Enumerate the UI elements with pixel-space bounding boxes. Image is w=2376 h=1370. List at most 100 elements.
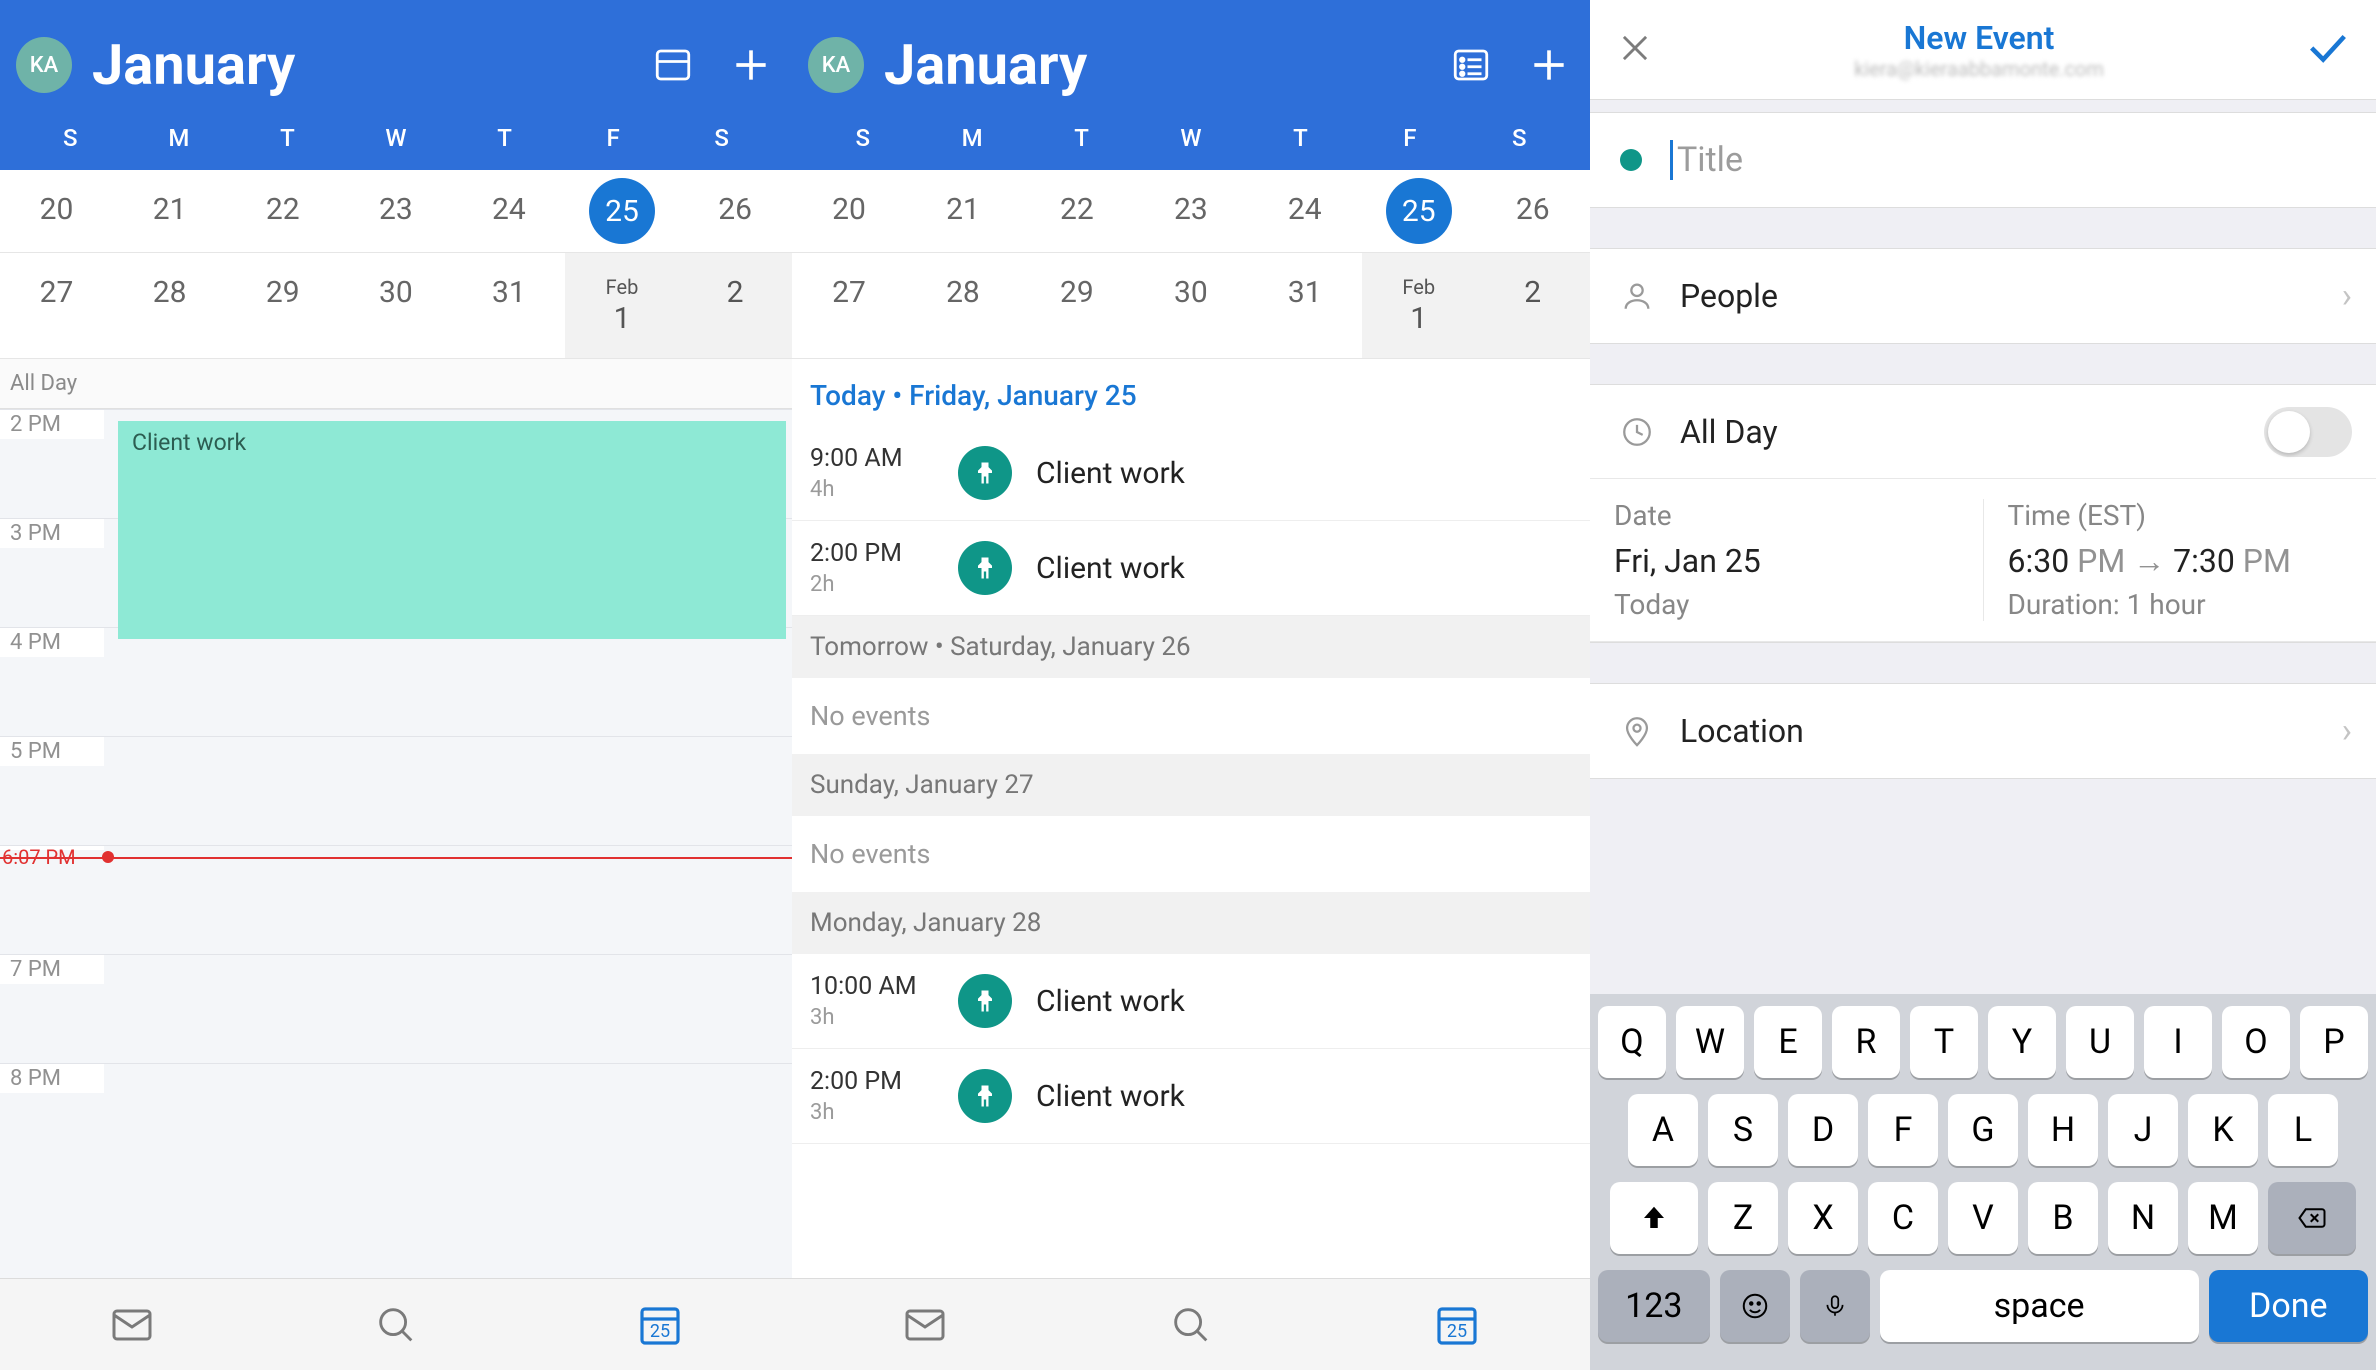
key-w[interactable]: W [1676, 1006, 1744, 1078]
avatar[interactable]: KA [808, 37, 864, 93]
avatar[interactable]: KA [16, 37, 72, 93]
key-y[interactable]: Y [1988, 1006, 2056, 1078]
mic-key[interactable] [1800, 1270, 1870, 1342]
date-cell[interactable]: 25 [565, 170, 678, 252]
date-cell[interactable]: 27 [0, 253, 113, 358]
search-tab-icon[interactable] [366, 1295, 426, 1355]
date-cell[interactable]: 29 [226, 253, 339, 358]
key-v[interactable]: V [1948, 1182, 2018, 1254]
event-block[interactable]: Client work [118, 421, 786, 639]
add-event-icon[interactable] [726, 40, 776, 90]
date-cell[interactable]: 26 [679, 170, 792, 252]
date-cell[interactable]: 30 [339, 253, 452, 358]
date-cell[interactable]: 25 [1362, 170, 1476, 252]
date-cell[interactable]: Feb1 [565, 253, 678, 358]
agenda-list[interactable]: Today • Friday, January 259:00 AM4hClien… [792, 359, 1590, 1278]
shift-key[interactable] [1610, 1182, 1698, 1254]
people-row[interactable]: People › [1590, 249, 2376, 343]
space-key[interactable]: space [1880, 1270, 2199, 1342]
done-key[interactable]: Done [2209, 1270, 2368, 1342]
date-cell[interactable]: 30 [1134, 253, 1248, 358]
keyboard[interactable]: QWERTYUIOP ASDFGHJKL ZXCVBNM 123 spaceDone [1590, 994, 2376, 1370]
weekday-label: T [450, 124, 559, 152]
key-g[interactable]: G [1948, 1094, 2018, 1166]
date-cell[interactable]: 23 [1134, 170, 1248, 252]
key-s[interactable]: S [1708, 1094, 1778, 1166]
calendar-tab-icon[interactable]: 25 [630, 1295, 690, 1355]
svg-text:25: 25 [1447, 1321, 1467, 1342]
key-n[interactable]: N [2108, 1182, 2178, 1254]
key-c[interactable]: C [1868, 1182, 1938, 1254]
key-e[interactable]: E [1754, 1006, 1822, 1078]
confirm-icon[interactable] [2304, 25, 2350, 75]
agenda-section-header: Tomorrow • Saturday, January 26 [792, 616, 1590, 678]
backspace-key[interactable] [2268, 1182, 2356, 1254]
agenda-event[interactable]: 9:00 AM4hClient work [792, 426, 1590, 521]
date-cell[interactable]: 24 [452, 170, 565, 252]
add-event-icon[interactable] [1524, 40, 1574, 90]
key-z[interactable]: Z [1708, 1182, 1778, 1254]
day-view-toggle-icon[interactable] [648, 40, 698, 90]
date-cell[interactable]: 21 [906, 170, 1020, 252]
close-icon[interactable] [1616, 29, 1654, 71]
date-cell[interactable]: 22 [1020, 170, 1134, 252]
key-d[interactable]: D [1788, 1094, 1858, 1166]
agenda-event[interactable]: 2:00 PM3hClient work [792, 1049, 1590, 1144]
day-timeline[interactable]: Client work 2 PM3 PM4 PM5 PM7 PM8 PM6:07… [0, 409, 792, 1278]
date-cell[interactable]: 28 [906, 253, 1020, 358]
key-l[interactable]: L [2268, 1094, 2338, 1166]
date-cell[interactable]: 31 [452, 253, 565, 358]
date-cell[interactable]: 26 [1476, 170, 1590, 252]
key-k[interactable]: K [2188, 1094, 2258, 1166]
key-i[interactable]: I [2144, 1006, 2212, 1078]
date-cell[interactable]: 28 [113, 253, 226, 358]
key-h[interactable]: H [2028, 1094, 2098, 1166]
weekday-label: W [1136, 124, 1245, 152]
search-tab-icon[interactable] [1161, 1295, 1221, 1355]
new-event-title: New Event [1854, 19, 2104, 57]
tab-bar: 25 [0, 1278, 792, 1370]
agenda-view-toggle-icon[interactable] [1446, 40, 1496, 90]
location-row[interactable]: Location › [1590, 684, 2376, 778]
header: KA January SMTWTFS [0, 0, 792, 170]
key-m[interactable]: M [2188, 1182, 2258, 1254]
key-u[interactable]: U [2066, 1006, 2134, 1078]
numbers-key[interactable]: 123 [1598, 1270, 1710, 1342]
agenda-event[interactable]: 2:00 PM2hClient work [792, 521, 1590, 616]
key-p[interactable]: P [2300, 1006, 2368, 1078]
date-time-row[interactable]: Date Fri, Jan 25 Today Time (EST) 6:30 P… [1590, 479, 2376, 642]
svg-text:25: 25 [650, 1321, 670, 1342]
date-cell[interactable]: 22 [226, 170, 339, 252]
date-cell[interactable]: 2 [679, 253, 792, 358]
key-j[interactable]: J [2108, 1094, 2178, 1166]
text-cursor [1670, 140, 1673, 180]
key-a[interactable]: A [1628, 1094, 1698, 1166]
date-cell[interactable]: 2 [1476, 253, 1590, 358]
key-o[interactable]: O [2222, 1006, 2290, 1078]
date-cell[interactable]: 27 [792, 253, 906, 358]
event-category-icon [958, 1069, 1012, 1123]
date-cell[interactable]: 24 [1248, 170, 1362, 252]
key-x[interactable]: X [1788, 1182, 1858, 1254]
all-day-row[interactable]: All Day [1590, 385, 2376, 479]
date-cell[interactable]: 29 [1020, 253, 1134, 358]
date-cell[interactable]: 20 [792, 170, 906, 252]
mail-tab-icon[interactable] [102, 1295, 162, 1355]
all-day-toggle[interactable] [2264, 407, 2352, 457]
key-t[interactable]: T [1910, 1006, 1978, 1078]
date-cell[interactable]: 31 [1248, 253, 1362, 358]
agenda-section-header: Monday, January 28 [792, 892, 1590, 954]
emoji-key[interactable] [1720, 1270, 1790, 1342]
key-f[interactable]: F [1868, 1094, 1938, 1166]
date-cell[interactable]: 21 [113, 170, 226, 252]
agenda-event[interactable]: 10:00 AM3hClient work [792, 954, 1590, 1049]
title-input-row[interactable]: Title [1590, 113, 2376, 207]
mail-tab-icon[interactable] [895, 1295, 955, 1355]
key-b[interactable]: B [2028, 1182, 2098, 1254]
date-cell[interactable]: 20 [0, 170, 113, 252]
calendar-tab-icon[interactable]: 25 [1427, 1295, 1487, 1355]
key-r[interactable]: R [1832, 1006, 1900, 1078]
date-cell[interactable]: Feb1 [1362, 253, 1476, 358]
date-cell[interactable]: 23 [339, 170, 452, 252]
key-q[interactable]: Q [1598, 1006, 1666, 1078]
